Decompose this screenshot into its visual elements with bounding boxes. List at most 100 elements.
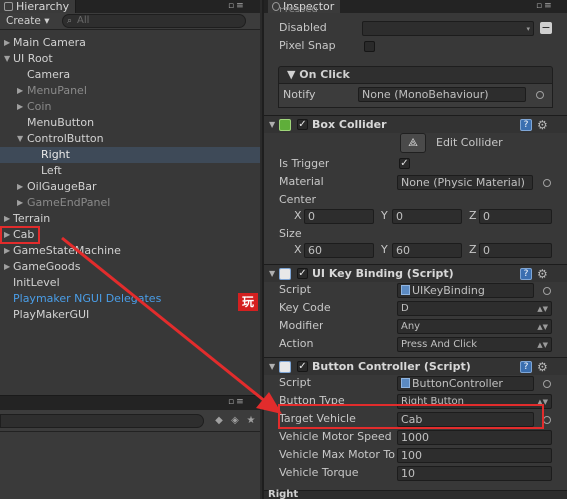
inspector-panel: Inspector ▫≡ Pressed Disabled ▾ − Pixel …	[262, 0, 567, 499]
object-picker-icon[interactable]	[543, 287, 551, 295]
help-icon[interactable]: ?	[520, 119, 532, 131]
modifier-dropdown[interactable]: Any ▲▼	[397, 319, 552, 334]
item-label: MenuPanel	[27, 84, 87, 97]
object-picker-icon[interactable]	[543, 380, 551, 388]
key-code-dropdown[interactable]: D ▲▼	[397, 301, 552, 316]
hierarchy-item-controlbutton[interactable]: ▼ ControlButton	[0, 131, 260, 147]
on-click-header[interactable]: ▼ On Click	[278, 66, 553, 84]
hierarchy-search-input[interactable]: ⌕ All	[62, 14, 246, 28]
expanded-arrow-icon[interactable]: ▼	[269, 265, 275, 283]
is-trigger-checkbox[interactable]: ✓	[399, 158, 410, 169]
size-x-field[interactable]: 60	[304, 243, 374, 258]
hierarchy-item-playmaker-ngui-delegates[interactable]: Playmaker NGUI Delegates	[0, 291, 260, 307]
collapsed-arrow-icon[interactable]: ▶	[17, 99, 23, 115]
filter-type-icon[interactable]: ◆	[212, 414, 226, 428]
notify-field[interactable]: None (MonoBehaviour)	[358, 87, 526, 102]
script-file-icon	[401, 378, 410, 388]
gear-icon[interactable]: ⚙	[537, 358, 548, 376]
inspector-window-menu-icon[interactable]: ▫≡	[536, 1, 554, 11]
hierarchy-item-main-camera[interactable]: ▶ Main Camera	[0, 35, 260, 51]
hierarchy-item-right[interactable]: Right	[0, 147, 260, 163]
hierarchy-item-menupanel[interactable]: ▶ MenuPanel	[0, 83, 260, 99]
gear-icon[interactable]: ⚙	[537, 265, 548, 283]
button-controller-header[interactable]: ▼ ✓ Button Controller (Script) ? ⚙	[264, 357, 567, 375]
hierarchy-tab-bar: Hierarchy ▫≡	[0, 0, 260, 13]
hierarchy-item-terrain[interactable]: ▶ Terrain	[0, 211, 260, 227]
create-button[interactable]: Create ▾	[2, 14, 54, 28]
center-z-field[interactable]: 0	[479, 209, 552, 224]
collapsed-arrow-icon[interactable]: ▶	[17, 179, 23, 195]
material-label: Material	[279, 175, 324, 188]
dropdown-arrow-icon: ▲▼	[537, 305, 548, 313]
size-z-field[interactable]: 0	[479, 243, 552, 258]
center-x-field[interactable]: 0	[304, 209, 374, 224]
hierarchy-item-left[interactable]: Left	[0, 163, 260, 179]
hierarchy-item-playmakergui[interactable]: PlayMakerGUI	[0, 307, 260, 323]
tab-hierarchy[interactable]: Hierarchy	[0, 0, 77, 13]
hierarchy-item-gamestatemachine[interactable]: ▶ GameStateMachine	[0, 243, 260, 259]
ui-key-binding-enabled-checkbox[interactable]: ✓	[297, 268, 308, 279]
item-label: Terrain	[13, 212, 51, 225]
collapsed-arrow-icon[interactable]: ▶	[4, 243, 10, 259]
center-y-field[interactable]: 0	[392, 209, 462, 224]
favorite-star-icon[interactable]: ★	[244, 414, 258, 428]
size-y-field[interactable]: 60	[392, 243, 462, 258]
torque-field[interactable]: 10	[397, 466, 552, 481]
next-component-header[interactable]: Right	[264, 489, 567, 499]
pixel-snap-checkbox[interactable]	[364, 41, 375, 52]
material-field[interactable]: None (Physic Material)	[397, 175, 533, 190]
expanded-arrow-icon[interactable]: ▼	[4, 51, 10, 67]
hierarchy-item-initlevel[interactable]: InitLevel	[0, 275, 260, 291]
hierarchy-window-menu-icon[interactable]: ▫≡	[228, 1, 246, 11]
hierarchy-item-camera[interactable]: Camera	[0, 67, 260, 83]
expanded-arrow-icon[interactable]: ▼	[269, 116, 275, 134]
project-window-menu-icon[interactable]: ▫≡	[228, 397, 246, 407]
size-x-label: X	[294, 243, 302, 256]
size-z-label: Z	[469, 243, 477, 256]
max-motor-field[interactable]: 100	[397, 448, 552, 463]
hierarchy-item-ui-root[interactable]: ▼ UI Root	[0, 51, 260, 67]
item-label: Coin	[27, 100, 52, 113]
collapsed-arrow-icon[interactable]: ▶	[17, 83, 23, 99]
project-search-input[interactable]	[0, 414, 204, 428]
item-label: GameStateMachine	[13, 244, 121, 257]
collapsed-arrow-icon[interactable]: ▶	[4, 259, 10, 275]
action-dropdown[interactable]: Press And Click ▲▼	[397, 337, 552, 352]
edit-collider-button[interactable]: ⟁	[400, 133, 426, 153]
hierarchy-item-gameendpanel[interactable]: ▶ GameEndPanel	[0, 195, 260, 211]
button-controller-script-field[interactable]: ButtonController	[397, 376, 534, 391]
play-badge-icon: 玩	[238, 293, 258, 311]
hierarchy-item-oilgaugebar[interactable]: ▶ OilGaugeBar	[0, 179, 260, 195]
object-picker-icon[interactable]	[543, 416, 551, 424]
hierarchy-item-menubutton[interactable]: MenuButton	[0, 115, 260, 131]
object-picker-icon[interactable]	[536, 91, 544, 99]
action-label: Action	[279, 337, 314, 350]
hierarchy-tab-icon	[4, 2, 13, 11]
button-controller-enabled-checkbox[interactable]: ✓	[297, 361, 308, 372]
gear-icon[interactable]: ⚙	[537, 116, 548, 134]
collapsed-arrow-icon[interactable]: ▶	[4, 35, 10, 51]
hierarchy-item-coin[interactable]: ▶ Coin	[0, 99, 260, 115]
script-icon	[279, 361, 291, 373]
script-label: Script	[279, 283, 311, 296]
disabled-color-field[interactable]: ▾	[362, 21, 534, 36]
create-label: Create	[6, 15, 41, 27]
script-file-icon	[401, 285, 410, 295]
item-label: Playmaker NGUI Delegates	[13, 292, 162, 305]
help-icon[interactable]: ?	[520, 361, 532, 373]
box-collider-enabled-checkbox[interactable]: ✓	[297, 119, 308, 130]
object-picker-icon[interactable]	[543, 179, 551, 187]
filter-label-icon[interactable]: ◈	[228, 414, 242, 428]
remove-minus-icon[interactable]: −	[540, 22, 552, 34]
help-icon[interactable]: ?	[520, 268, 532, 280]
hierarchy-item-gamegoods[interactable]: ▶ GameGoods	[0, 259, 260, 275]
ui-key-binding-script-field[interactable]: UIKeyBinding	[397, 283, 534, 298]
motor-speed-field[interactable]: 1000	[397, 430, 552, 445]
search-icon: ⌕	[67, 16, 73, 26]
collapsed-arrow-icon[interactable]: ▶	[4, 211, 10, 227]
ui-key-binding-header[interactable]: ▼ ✓ UI Key Binding (Script) ? ⚙	[264, 264, 567, 282]
expanded-arrow-icon[interactable]: ▼	[269, 358, 275, 376]
box-collider-header[interactable]: ▼ ✓ Box Collider ? ⚙	[264, 115, 567, 133]
expanded-arrow-icon[interactable]: ▼	[17, 131, 23, 147]
collapsed-arrow-icon[interactable]: ▶	[17, 195, 23, 211]
